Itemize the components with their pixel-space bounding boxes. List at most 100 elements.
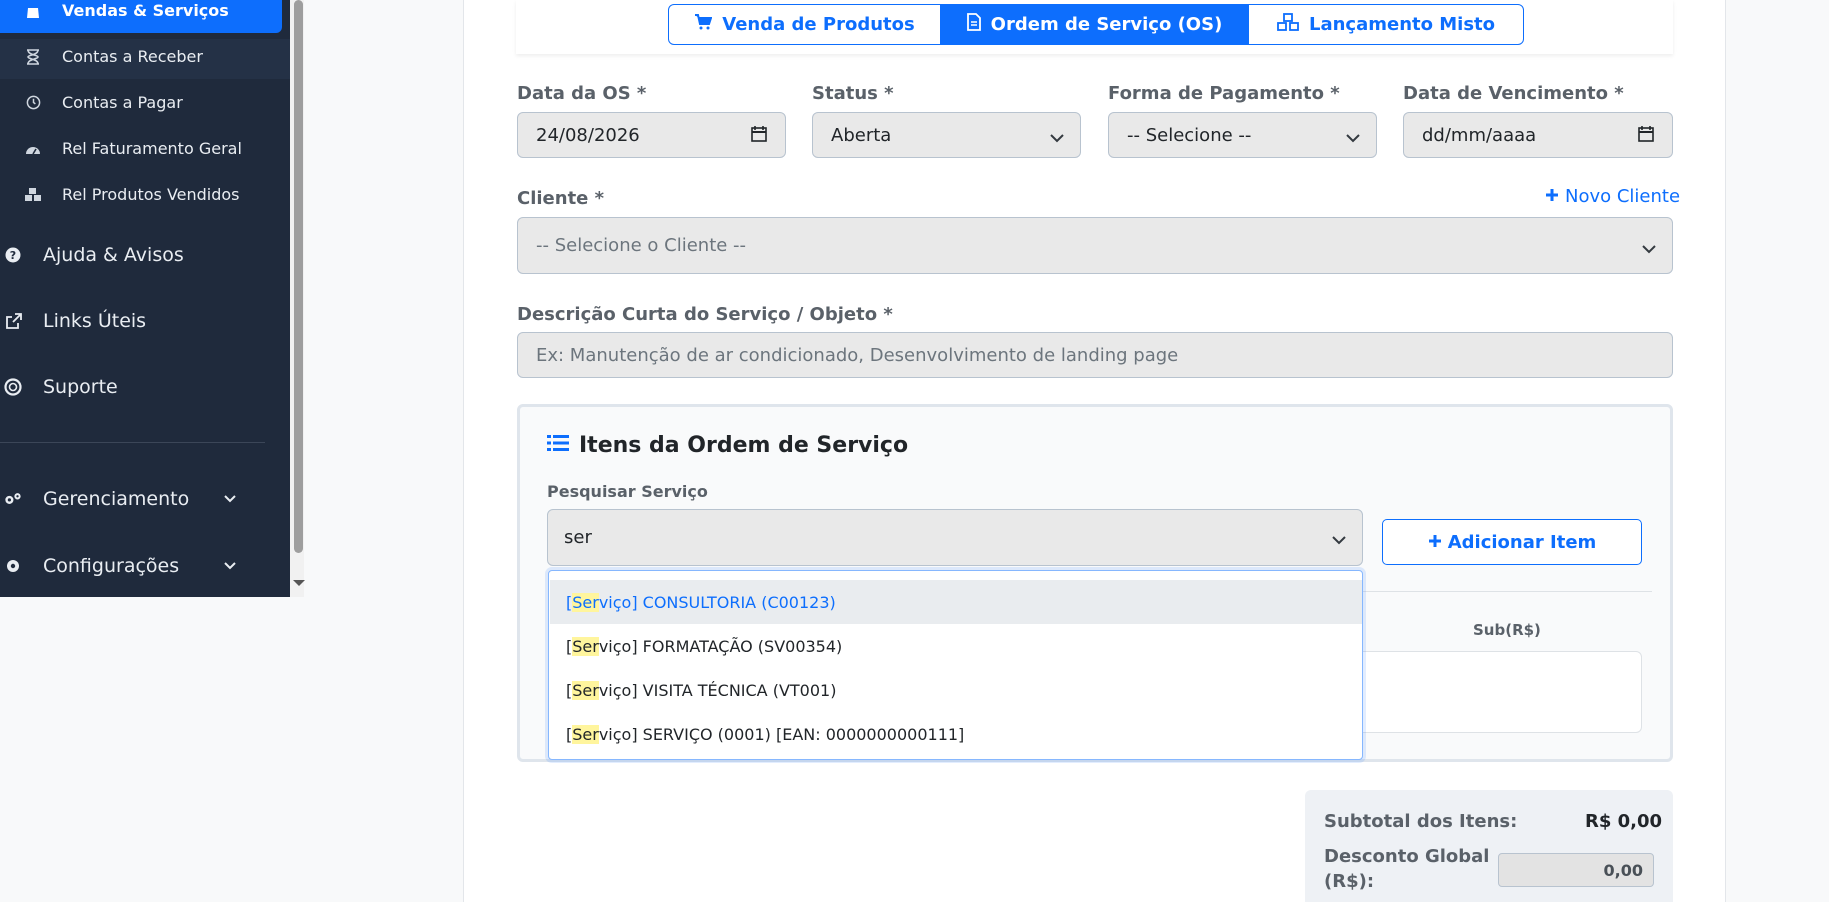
clock-icon [24,95,42,110]
option-match: Ser [572,592,599,612]
itens-title-text: Itens da Ordem de Serviço [579,433,909,458]
data-os-label: Data da OS * [517,83,647,104]
pagamento-value: -- Selecione -- [1127,124,1252,146]
chevron-down-icon [1642,238,1656,259]
sidebar-item-configuracoes[interactable]: Configurações [4,555,266,577]
calendar-icon[interactable] [751,125,767,147]
desconto-label-unit: (R$): [1324,871,1375,892]
option-match: Ser [572,636,599,656]
sidebar-item-label: Rel Faturamento Geral [62,139,242,158]
tab-label: Venda de Produtos [722,14,915,35]
table-header-divider [1363,591,1652,592]
status-value: Aberta [831,124,892,146]
tab-venda-produtos[interactable]: Venda de Produtos [668,4,941,45]
tab-label: Lançamento Misto [1308,14,1496,35]
sidebar-divider [0,442,265,443]
tab-lancamento-misto[interactable]: Lançamento Misto [1248,4,1524,45]
bag-icon [24,2,42,19]
svg-text:?: ? [10,249,16,262]
sub-column-header: Sub(R$) [1473,621,1541,639]
adicionar-item-button[interactable]: Adicionar Item [1382,519,1642,565]
chevron-down-icon [1050,127,1064,148]
desconto-label: Desconto Global [1324,846,1490,867]
sidebar-item-label: Gerenciamento [43,488,190,510]
sidebar-item-label: Links Úteis [43,310,147,332]
option-rest: viço] FORMATAÇÃO (SV00354) [598,636,843,656]
sidebar-item-contas-receber[interactable]: Contas a Receber [24,47,203,66]
desconto-value: 0,00 [1603,860,1643,880]
dropdown-option[interactable]: [Ser viço] SERVIÇO (0001) [EAN: 000000000… [550,712,1362,756]
dropdown-option[interactable]: [Ser viço] CONSULTORIA (C00123) [550,580,1362,624]
option-rest: viço] SERVIÇO (0001) [EAN: 0000000000111… [598,724,965,744]
pagamento-label: Forma de Pagamento * [1108,83,1340,104]
pesquisar-label: Pesquisar Serviço [547,482,708,501]
adicionar-item-label: Adicionar Item [1447,531,1597,553]
cubes-icon [24,187,42,203]
dropdown-option[interactable]: [Ser viço] VISITA TÉCNICA (VT001) [550,668,1362,712]
sidebar-item-label: Configurações [43,555,180,577]
option-match: Ser [572,724,599,744]
gears-icon [4,491,22,507]
dropdown-option[interactable]: [Ser viço] FORMATAÇÃO (SV00354) [550,624,1362,668]
chevron-down-icon [1332,529,1346,550]
sidebar-item-ajuda[interactable]: ? Ajuda & Avisos [4,244,184,266]
subtotal-value: R$ 0,00 [1585,811,1663,832]
desconto-input[interactable]: 0,00 [1498,853,1654,887]
cliente-value: -- Selecione o Cliente -- [536,235,747,256]
list-icon [547,433,569,458]
sidebar-item-contas-pagar[interactable]: Contas a Pagar [24,93,183,112]
launch-type-tabs: Venda de Produtos Ordem de Serviço (OS) … [668,4,1524,45]
gauge-icon [24,142,42,156]
servico-dropdown: [Ser viço] CONSULTORIA (C00123) [Ser viço]… [548,570,1363,760]
chevron-down-icon [1346,127,1360,148]
sidebar-item-vendas[interactable]: Vendas & Serviços [24,1,229,20]
scroll-down-arrow[interactable] [293,580,305,586]
itens-table-body [1340,651,1642,733]
itens-title: Itens da Ordem de Serviço [547,433,908,458]
sidebar-item-label: Vendas & Serviços [62,1,229,20]
sidebar-item-label: Rel Produtos Vendidos [62,185,240,204]
question-icon: ? [4,247,22,263]
plus-icon [1428,532,1442,553]
cliente-select[interactable]: -- Selecione o Cliente -- [517,217,1673,274]
pagamento-select[interactable]: -- Selecione -- [1108,112,1377,158]
option-rest: viço] CONSULTORIA (C00123) [598,592,836,612]
sidebar-item-rel-produtos[interactable]: Rel Produtos Vendidos [24,185,240,204]
option-match: Ser [572,680,599,700]
status-label: Status * [812,83,894,104]
novo-cliente-label: Novo Cliente [1565,186,1681,207]
lifebuoy-icon [4,378,22,396]
descricao-placeholder: Ex: Manutenção de ar condicionado, Desen… [536,344,1179,366]
cubes-icon [1277,13,1299,36]
sidebar-item-label: Ajuda & Avisos [43,244,184,266]
data-os-value: 24/08/2026 [536,124,640,146]
chevron-down-icon [224,558,236,574]
calendar-icon[interactable] [1638,125,1654,147]
gear-icon [4,558,22,574]
subtotal-label: Subtotal dos Itens: [1324,811,1518,832]
novo-cliente-link[interactable]: Novo Cliente [1545,186,1680,207]
tab-ordem-servico[interactable]: Ordem de Serviço (OS) [941,4,1248,45]
status-select[interactable]: Aberta [812,112,1081,158]
sidebar-item-links[interactable]: Links Úteis [4,310,146,332]
sidebar: Vendas & Serviços Contas a Receber Conta… [0,0,290,597]
sidebar-scrollbar-thumb[interactable] [294,0,303,553]
vencimento-label: Data de Vencimento * [1403,83,1624,104]
search-value: ser [564,527,592,548]
descricao-label: Descrição Curta do Serviço / Objeto * [517,304,893,325]
vencimento-value: dd/mm/aaaa [1422,124,1537,146]
descricao-input[interactable]: Ex: Manutenção de ar condicionado, Desen… [517,332,1673,378]
sidebar-item-suporte[interactable]: Suporte [4,376,118,398]
sidebar-item-rel-faturamento[interactable]: Rel Faturamento Geral [24,139,242,158]
document-icon [966,13,981,36]
vencimento-input[interactable]: dd/mm/aaaa [1403,112,1673,158]
chevron-down-icon [224,491,236,507]
servico-search-input[interactable]: ser [547,509,1363,566]
sidebar-item-label: Contas a Receber [62,47,203,66]
tab-label: Ordem de Serviço (OS) [990,14,1223,35]
external-link-icon [4,312,22,330]
sidebar-item-gerenciamento[interactable]: Gerenciamento [4,488,266,510]
data-os-input[interactable]: 24/08/2026 [517,112,786,158]
hourglass-icon [24,48,42,65]
sidebar-item-label: Suporte [43,376,118,398]
